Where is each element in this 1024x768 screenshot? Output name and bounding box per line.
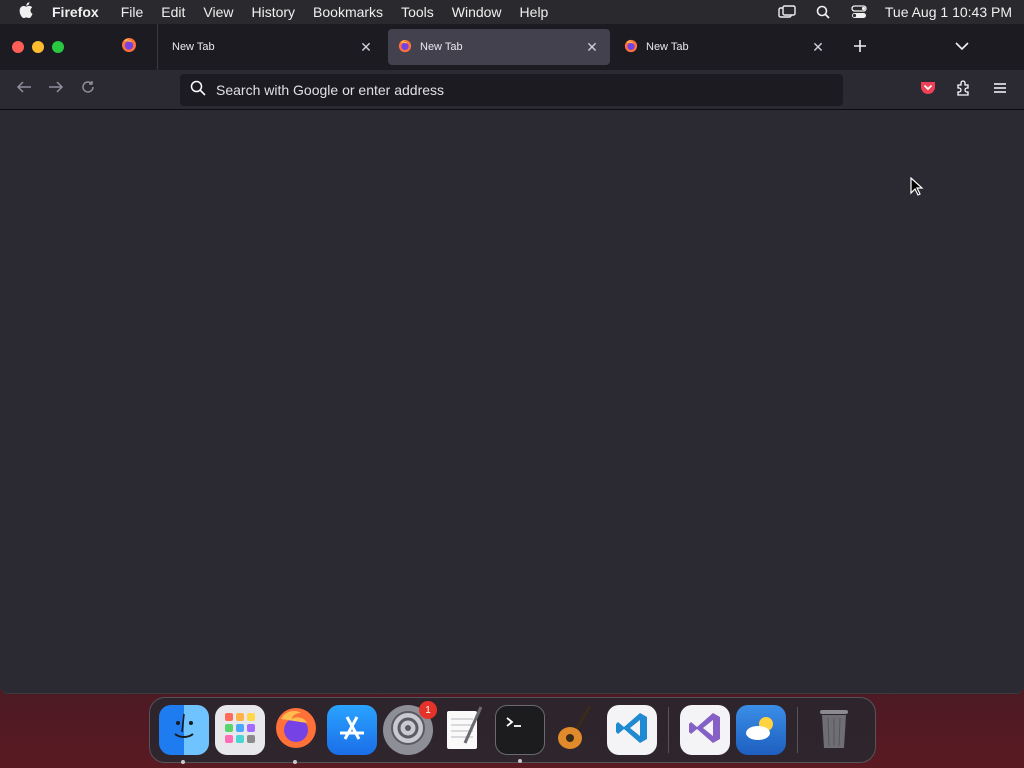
- dock-vscode[interactable]: [607, 705, 657, 755]
- pinned-tab[interactable]: [100, 24, 158, 70]
- close-tab-icon[interactable]: ✕: [584, 39, 600, 56]
- hamburger-menu-icon: [993, 81, 1007, 99]
- finder-icon: [164, 708, 204, 753]
- reload-button[interactable]: [72, 74, 104, 106]
- textedit-icon: [443, 705, 485, 756]
- arrow-left-icon: [16, 80, 32, 99]
- menu-edit[interactable]: Edit: [161, 4, 195, 20]
- dock-firefox[interactable]: [271, 705, 321, 764]
- page-content[interactable]: [0, 110, 1024, 693]
- guitar-icon: [554, 704, 598, 757]
- reload-icon: [81, 80, 95, 99]
- menu-file[interactable]: File: [121, 4, 154, 20]
- app-store-icon: [335, 711, 369, 750]
- extensions-button[interactable]: [948, 74, 980, 106]
- dock-finder[interactable]: [159, 705, 209, 764]
- dock-separator: [797, 707, 798, 753]
- firefox-window: New Tab ✕ New Tab ✕ New Tab ✕: [0, 24, 1024, 694]
- back-button[interactable]: [8, 74, 40, 106]
- close-window-button[interactable]: [12, 41, 24, 53]
- mouse-cursor-icon: [910, 176, 924, 202]
- spotlight-search-icon[interactable]: [813, 2, 833, 22]
- firefox-icon: [624, 39, 638, 56]
- weather-icon: [742, 713, 780, 748]
- firefox-icon: [273, 705, 319, 756]
- forward-button[interactable]: [40, 74, 72, 106]
- visual-studio-icon: [687, 710, 723, 751]
- tab-label: New Tab: [646, 41, 689, 53]
- tab-1[interactable]: New Tab ✕: [162, 29, 384, 65]
- tab-label: New Tab: [420, 41, 463, 53]
- apple-menu-icon[interactable]: [0, 1, 52, 23]
- firefox-icon: [121, 37, 137, 58]
- pocket-button[interactable]: [912, 74, 944, 106]
- menu-window[interactable]: Window: [452, 4, 512, 20]
- dock-garageband[interactable]: [551, 704, 601, 757]
- menu-bar-clock[interactable]: Tue Aug 1 10:43 PM: [885, 4, 1012, 20]
- dock-separator: [668, 707, 669, 753]
- menu-history[interactable]: History: [251, 4, 305, 20]
- new-tab-button[interactable]: [846, 33, 874, 61]
- menu-view[interactable]: View: [203, 4, 243, 20]
- dock-trash[interactable]: [809, 705, 859, 755]
- menu-bar: Firefox File Edit View History Bookmarks…: [0, 0, 1024, 24]
- minimize-window-button[interactable]: [32, 41, 44, 53]
- terminal-icon: [503, 713, 537, 748]
- dock-app-store[interactable]: [327, 705, 377, 755]
- notification-badge: 1: [419, 701, 437, 719]
- menu-bookmarks[interactable]: Bookmarks: [313, 4, 393, 20]
- tab-3[interactable]: New Tab ✕: [614, 29, 836, 65]
- control-center-icon[interactable]: [849, 2, 869, 22]
- chevron-down-icon: [955, 38, 969, 56]
- list-all-tabs-button[interactable]: [952, 37, 972, 57]
- running-indicator: [293, 760, 297, 764]
- tab-2-active[interactable]: New Tab ✕: [388, 29, 610, 65]
- address-bar[interactable]: [180, 74, 843, 106]
- dock-system-settings[interactable]: 1: [383, 701, 437, 755]
- app-menu-button[interactable]: [984, 74, 1016, 106]
- toolbar-right: [912, 74, 1016, 106]
- dock-terminal[interactable]: [495, 705, 545, 763]
- pocket-icon: [920, 80, 936, 100]
- plus-icon: [853, 37, 867, 58]
- dock: 1: [149, 697, 876, 764]
- launchpad-icon: [222, 710, 258, 751]
- menu-app-firefox[interactable]: Firefox: [52, 4, 109, 20]
- menu-tools[interactable]: Tools: [401, 4, 444, 20]
- maximize-window-button[interactable]: [52, 41, 64, 53]
- tab-strip: New Tab ✕ New Tab ✕ New Tab ✕: [0, 24, 1024, 70]
- vscode-icon: [614, 710, 650, 751]
- navigation-toolbar: [0, 70, 1024, 110]
- screen-mirroring-icon[interactable]: [777, 2, 797, 22]
- firefox-icon: [398, 39, 412, 56]
- trash-icon: [816, 706, 852, 755]
- search-icon: [190, 80, 206, 101]
- tab-label: New Tab: [172, 41, 215, 53]
- puzzle-piece-icon: [956, 79, 972, 101]
- running-indicator: [181, 760, 185, 764]
- running-indicator: [518, 759, 522, 763]
- arrow-right-icon: [48, 80, 64, 99]
- dock-weather[interactable]: [736, 705, 786, 755]
- menu-help[interactable]: Help: [520, 4, 559, 20]
- close-tab-icon[interactable]: ✕: [810, 39, 826, 56]
- dock-launchpad[interactable]: [215, 705, 265, 755]
- dock-visual-studio[interactable]: [680, 705, 730, 755]
- close-tab-icon[interactable]: ✕: [358, 39, 374, 56]
- window-controls: [12, 41, 102, 53]
- dock-textedit[interactable]: [439, 705, 489, 755]
- address-input[interactable]: [216, 82, 816, 98]
